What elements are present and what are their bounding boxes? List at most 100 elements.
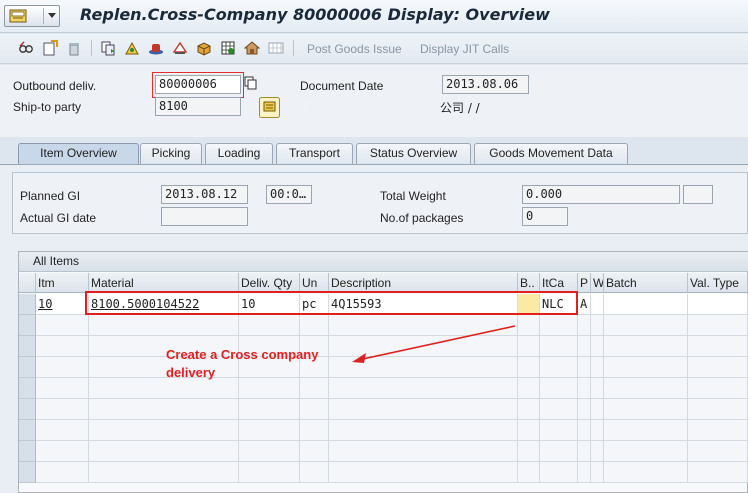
empty-table-cell (540, 462, 578, 483)
empty-table-cell (688, 315, 748, 336)
empty-table-cell (36, 420, 89, 441)
new-document-icon[interactable] (42, 40, 58, 56)
tab-transport[interactable]: Transport (276, 143, 353, 164)
chevron-down-icon (48, 13, 56, 18)
col-batch[interactable]: Batch (604, 273, 688, 293)
empty-table-cell (591, 336, 604, 357)
empty-table-cell (300, 315, 329, 336)
empty-table-cell (300, 420, 329, 441)
row-selector[interactable] (19, 357, 36, 378)
row-selector[interactable] (19, 399, 36, 420)
copy-icon[interactable] (244, 76, 258, 90)
annotation-line-1: Create a Cross company (166, 347, 319, 362)
col-b[interactable]: B.. (518, 273, 540, 293)
row-selector[interactable] (19, 420, 36, 441)
toolbar-separator (91, 40, 92, 56)
copy-items-icon[interactable] (100, 40, 116, 56)
col-itca[interactable]: ItCa (540, 273, 578, 293)
col-p[interactable]: P (578, 273, 591, 293)
col-deliv-qty[interactable]: Deliv. Qty (239, 273, 300, 293)
actual-gi-date-label: Actual GI date (20, 211, 97, 225)
total-weight-label: Total Weight (380, 189, 446, 203)
col-itm[interactable]: Itm (36, 273, 89, 293)
empty-table-cell (36, 378, 89, 399)
col-material[interactable]: Material (89, 273, 239, 293)
empty-table-cell (300, 462, 329, 483)
packages-label: No.of packages (380, 211, 464, 225)
col-w[interactable]: W (591, 273, 604, 293)
ship-to-party-name: 公司 / / (440, 101, 480, 115)
empty-table-cell (688, 420, 748, 441)
empty-table-cell (329, 378, 518, 399)
empty-table-cell (329, 420, 518, 441)
warehouse-icon[interactable] (244, 40, 260, 56)
empty-table-cell (89, 315, 239, 336)
trash-icon[interactable] (66, 40, 82, 56)
display-jit-calls-button[interactable]: Display JIT Calls (420, 42, 509, 56)
empty-table-cell (578, 462, 591, 483)
annotation-line-2: delivery (166, 365, 216, 380)
empty-table-cell (239, 462, 300, 483)
empty-table-cell (578, 378, 591, 399)
empty-table-cell (36, 315, 89, 336)
empty-table-cell (518, 378, 540, 399)
document-date-field: 2013.08.06 (442, 75, 529, 94)
row-selector[interactable] (19, 336, 36, 357)
empty-table-cell (239, 315, 300, 336)
select-all-header[interactable] (19, 273, 36, 293)
row-selector[interactable] (19, 441, 36, 462)
empty-table-cell (518, 462, 540, 483)
planned-gi-label: Planned GI (20, 189, 81, 203)
document-date-label: Document Date (300, 79, 384, 93)
empty-table-cell (329, 441, 518, 462)
row-selector[interactable] (19, 294, 36, 315)
row-selector[interactable] (19, 315, 36, 336)
package-icon[interactable] (196, 40, 212, 56)
empty-table-cell (591, 399, 604, 420)
packages-field: 0 (522, 207, 568, 226)
col-description[interactable]: Description (329, 273, 518, 293)
empty-table-cell (300, 399, 329, 420)
empty-table-cell (36, 462, 89, 483)
batch-cell[interactable] (604, 294, 688, 315)
address-icon[interactable] (259, 97, 280, 118)
col-val-type[interactable]: Val. Type (688, 273, 748, 293)
tab-item-overview[interactable]: Item Overview (18, 143, 139, 164)
outbound-deliv-label: Outbound deliv. (13, 79, 97, 93)
empty-table-cell (36, 441, 89, 462)
post-goods-issue-button[interactable]: Post Goods Issue (307, 42, 402, 56)
glasses-icon[interactable] (18, 40, 34, 56)
system-menu-button[interactable] (4, 5, 60, 27)
empty-table-cell (89, 399, 239, 420)
item-number-cell[interactable]: 10 (36, 294, 89, 315)
empty-table-cell (604, 357, 688, 378)
empty-table-cell (578, 336, 591, 357)
row-selector[interactable] (19, 378, 36, 399)
tab-picking[interactable]: Picking (140, 143, 202, 164)
actual-gi-date-field (161, 207, 248, 226)
empty-table-cell (540, 399, 578, 420)
val-type-cell[interactable] (688, 294, 748, 315)
empty-table-cell (300, 441, 329, 462)
options-grid-icon[interactable] (268, 40, 284, 56)
picking-icon[interactable] (124, 40, 140, 56)
empty-table-cell (578, 315, 591, 336)
empty-table-cell (329, 462, 518, 483)
empty-table-cell (591, 441, 604, 462)
tab-status-overview[interactable]: Status Overview (356, 143, 471, 164)
tab-goods-movement-data[interactable]: Goods Movement Data (474, 143, 628, 164)
tab-loading[interactable]: Loading (205, 143, 273, 164)
empty-table-cell (89, 420, 239, 441)
annotation-text: Create a Cross company delivery (166, 346, 318, 382)
ship-to-party-field: 8100 (155, 97, 241, 116)
col-un[interactable]: Un (300, 273, 329, 293)
transport-icon[interactable] (172, 40, 188, 56)
empty-table-cell (604, 399, 688, 420)
hat-icon[interactable] (148, 40, 164, 56)
empty-table-cell (89, 441, 239, 462)
items-table-title-bar: All Items (19, 252, 748, 272)
empty-table-cell (540, 420, 578, 441)
grid-icon[interactable] (220, 40, 236, 56)
empty-table-cell (239, 399, 300, 420)
row-selector[interactable] (19, 462, 36, 483)
